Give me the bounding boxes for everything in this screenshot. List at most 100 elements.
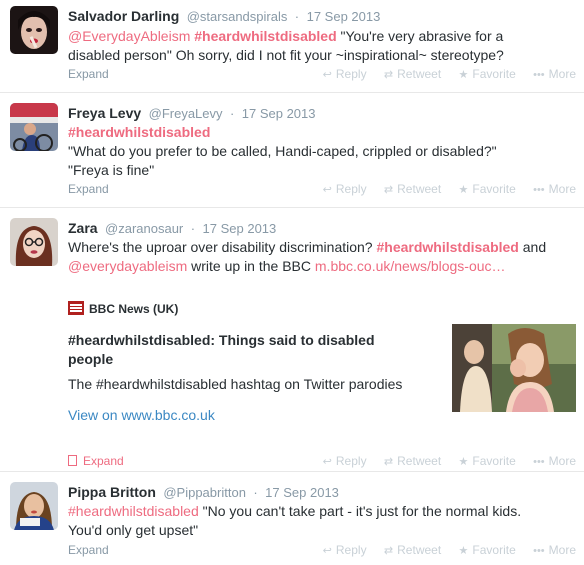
retweet-icon: ⇄	[383, 184, 394, 196]
author-name[interactable]: Pippa Britton	[68, 484, 156, 500]
expand-link[interactable]: Expand	[68, 452, 124, 470]
url-link[interactable]: m.bbc.co.uk/news/blogs-ouc…	[315, 258, 506, 274]
more-button[interactable]: ••• More	[533, 180, 576, 199]
card-source: BBC News (UK)	[68, 301, 576, 317]
tweet-text-part: disabled person" Oh sorry, did I not fit…	[68, 47, 504, 63]
tweet-text-part: "Freya is fine"	[68, 162, 155, 178]
tweet-text: @EverydayAbleism #heardwhilstdisabled "Y…	[68, 27, 576, 65]
tweet-actions: ↩ Reply ⇄ Retweet ★ Favorite ••• More	[309, 452, 576, 471]
star-icon: ★	[458, 456, 469, 468]
retweet-button[interactable]: ⇄ Retweet	[384, 541, 441, 560]
tweet-content: Pippa Britton @Pippabritton · 17 Sep 201…	[68, 482, 576, 562]
favorite-button[interactable]: ★ Favorite	[459, 65, 516, 84]
more-icon: •••	[533, 456, 545, 468]
tweet-2: Freya Levy @FreyaLevy · 17 Sep 2013 #hea…	[0, 93, 584, 208]
star-icon: ★	[458, 545, 469, 557]
expand-link[interactable]: Expand	[68, 541, 109, 559]
reply-button[interactable]: ↩ Reply	[323, 65, 367, 84]
tweet-header: Zara @zaranosaur · 17 Sep 2013	[68, 218, 576, 238]
mention-link[interactable]: @everydayableism	[68, 258, 187, 274]
avatar[interactable]	[10, 6, 58, 54]
hashtag-link[interactable]: #heardwhilstdisabled	[68, 503, 199, 519]
tweet-content: Salvador Darling @starsandspirals · 17 S…	[68, 6, 576, 91]
tweet-header: Freya Levy @FreyaLevy · 17 Sep 2013	[68, 103, 576, 123]
reply-icon: ↩	[322, 69, 332, 81]
tweet-actions: ↩ Reply ⇄ Retweet ★ Favorite ••• More	[309, 541, 576, 560]
tweet-header: Pippa Britton @Pippabritton · 17 Sep 201…	[68, 482, 576, 502]
tweet-text-part: Where's the uproar over disability discr…	[68, 239, 373, 255]
star-icon: ★	[458, 184, 469, 196]
more-icon: •••	[533, 184, 545, 196]
tweet-4: Pippa Britton @Pippabritton · 17 Sep 201…	[0, 472, 584, 565]
reply-button[interactable]: ↩ Reply	[323, 541, 367, 560]
author-handle[interactable]: @Pippabritton	[163, 485, 246, 500]
tweet-footer: Expand ↩ Reply ⇄ Retweet ★ Favorite ••• More	[68, 541, 576, 559]
tweet-text-part: "No you can't take part - it's just for …	[202, 503, 522, 519]
tweet-header: Salvador Darling @starsandspirals · 17 S…	[68, 6, 576, 26]
tweet-actions: ↩ Reply ⇄ Retweet ★ Favorite ••• More	[309, 65, 576, 84]
favorite-button[interactable]: ★ Favorite	[459, 180, 516, 199]
avatar[interactable]	[10, 218, 58, 266]
reply-button[interactable]: ↩ Reply	[323, 180, 367, 199]
separator: ·	[294, 9, 300, 24]
separator: ·	[190, 221, 196, 236]
tweet-footer: Expand ↩ Reply ⇄ Retweet ★ Favorite ••• More	[68, 180, 576, 198]
timestamp[interactable]: 17 Sep 2013	[265, 485, 339, 500]
retweet-button[interactable]: ⇄ Retweet	[384, 452, 441, 471]
retweet-icon: ⇄	[383, 456, 394, 468]
avatar[interactable]	[10, 103, 58, 151]
more-icon: •••	[533, 69, 545, 81]
link-card[interactable]: BBC News (UK) #heardwhilstdisabled: Thin…	[68, 301, 576, 436]
mention-link[interactable]: @EverydayAbleism	[68, 28, 190, 44]
tweet-footer: Expand ↩ Reply ⇄ Retweet ★ Favorite ••• More	[68, 65, 576, 83]
tweet-text-part: write up in the BBC	[191, 258, 311, 274]
timestamp[interactable]: 17 Sep 2013	[203, 221, 277, 236]
expand-link[interactable]: Expand	[68, 65, 109, 83]
author-handle[interactable]: @FreyaLevy	[149, 106, 223, 121]
tweet-text: #heardwhilstdisabled "What do you prefer…	[68, 123, 576, 180]
separator: ·	[253, 485, 258, 500]
star-icon: ★	[458, 69, 469, 81]
card-source-label: BBC News (UK)	[89, 302, 179, 316]
more-button[interactable]: ••• More	[533, 541, 576, 560]
hashtag-link[interactable]: #heardwhilstdisabled	[68, 124, 210, 140]
tweet-content: Freya Levy @FreyaLevy · 17 Sep 2013 #hea…	[68, 103, 576, 203]
expand-link[interactable]: Expand	[68, 180, 109, 198]
timestamp[interactable]: 17 Sep 2013	[307, 9, 381, 24]
author-name[interactable]: Zara	[68, 220, 98, 236]
tweet-1: Salvador Darling @starsandspirals · 17 S…	[0, 0, 584, 93]
more-button[interactable]: ••• More	[533, 452, 576, 471]
author-handle[interactable]: @starsandspirals	[187, 9, 288, 24]
more-button[interactable]: ••• More	[533, 65, 576, 84]
favorite-button[interactable]: ★ Favorite	[459, 452, 516, 471]
hashtag-link[interactable]: #heardwhilstdisabled	[376, 239, 518, 255]
separator: ·	[229, 106, 235, 121]
favorite-button[interactable]: ★ Favorite	[459, 541, 516, 560]
tweet-text-part: and	[522, 239, 547, 255]
retweet-button[interactable]: ⇄ Retweet	[384, 65, 441, 84]
hashtag-link[interactable]: #heardwhilstdisabled	[194, 28, 336, 44]
card-image[interactable]	[452, 324, 576, 412]
author-name[interactable]: Freya Levy	[68, 105, 141, 121]
tweet-text: #heardwhilstdisabled "No you can't take …	[68, 502, 576, 540]
reply-icon: ↩	[322, 184, 332, 196]
tweet-text-part: "What do you prefer to be called, Handi-…	[68, 143, 497, 159]
retweet-button[interactable]: ⇄ Retweet	[384, 180, 441, 199]
tweet-actions: ↩ Reply ⇄ Retweet ★ Favorite ••• More	[309, 180, 576, 199]
document-icon	[68, 455, 77, 466]
author-name[interactable]: Salvador Darling	[68, 8, 179, 24]
tweet-3: Zara @zaranosaur · 17 Sep 2013 Where's t…	[0, 208, 584, 472]
tweet-text: Where's the uproar over disability discr…	[68, 238, 576, 276]
reply-button[interactable]: ↩ Reply	[323, 452, 367, 471]
retweet-icon: ⇄	[383, 69, 394, 81]
tweet-text-part: "You're very abrasive for a	[340, 28, 504, 44]
bbc-news-logo-icon	[68, 301, 84, 315]
tweet-content: Zara @zaranosaur · 17 Sep 2013 Where's t…	[68, 218, 576, 468]
avatar[interactable]	[10, 482, 58, 530]
timestamp[interactable]: 17 Sep 2013	[242, 106, 316, 121]
tweet-footer: Expand ↩ Reply ⇄ Retweet ★ Favorite ••• More	[68, 452, 576, 470]
author-handle[interactable]: @zaranosaur	[105, 221, 183, 236]
more-icon: •••	[533, 545, 545, 557]
card-title[interactable]: #heardwhilstdisabled: Things said to dis…	[68, 331, 418, 369]
reply-icon: ↩	[322, 456, 332, 468]
